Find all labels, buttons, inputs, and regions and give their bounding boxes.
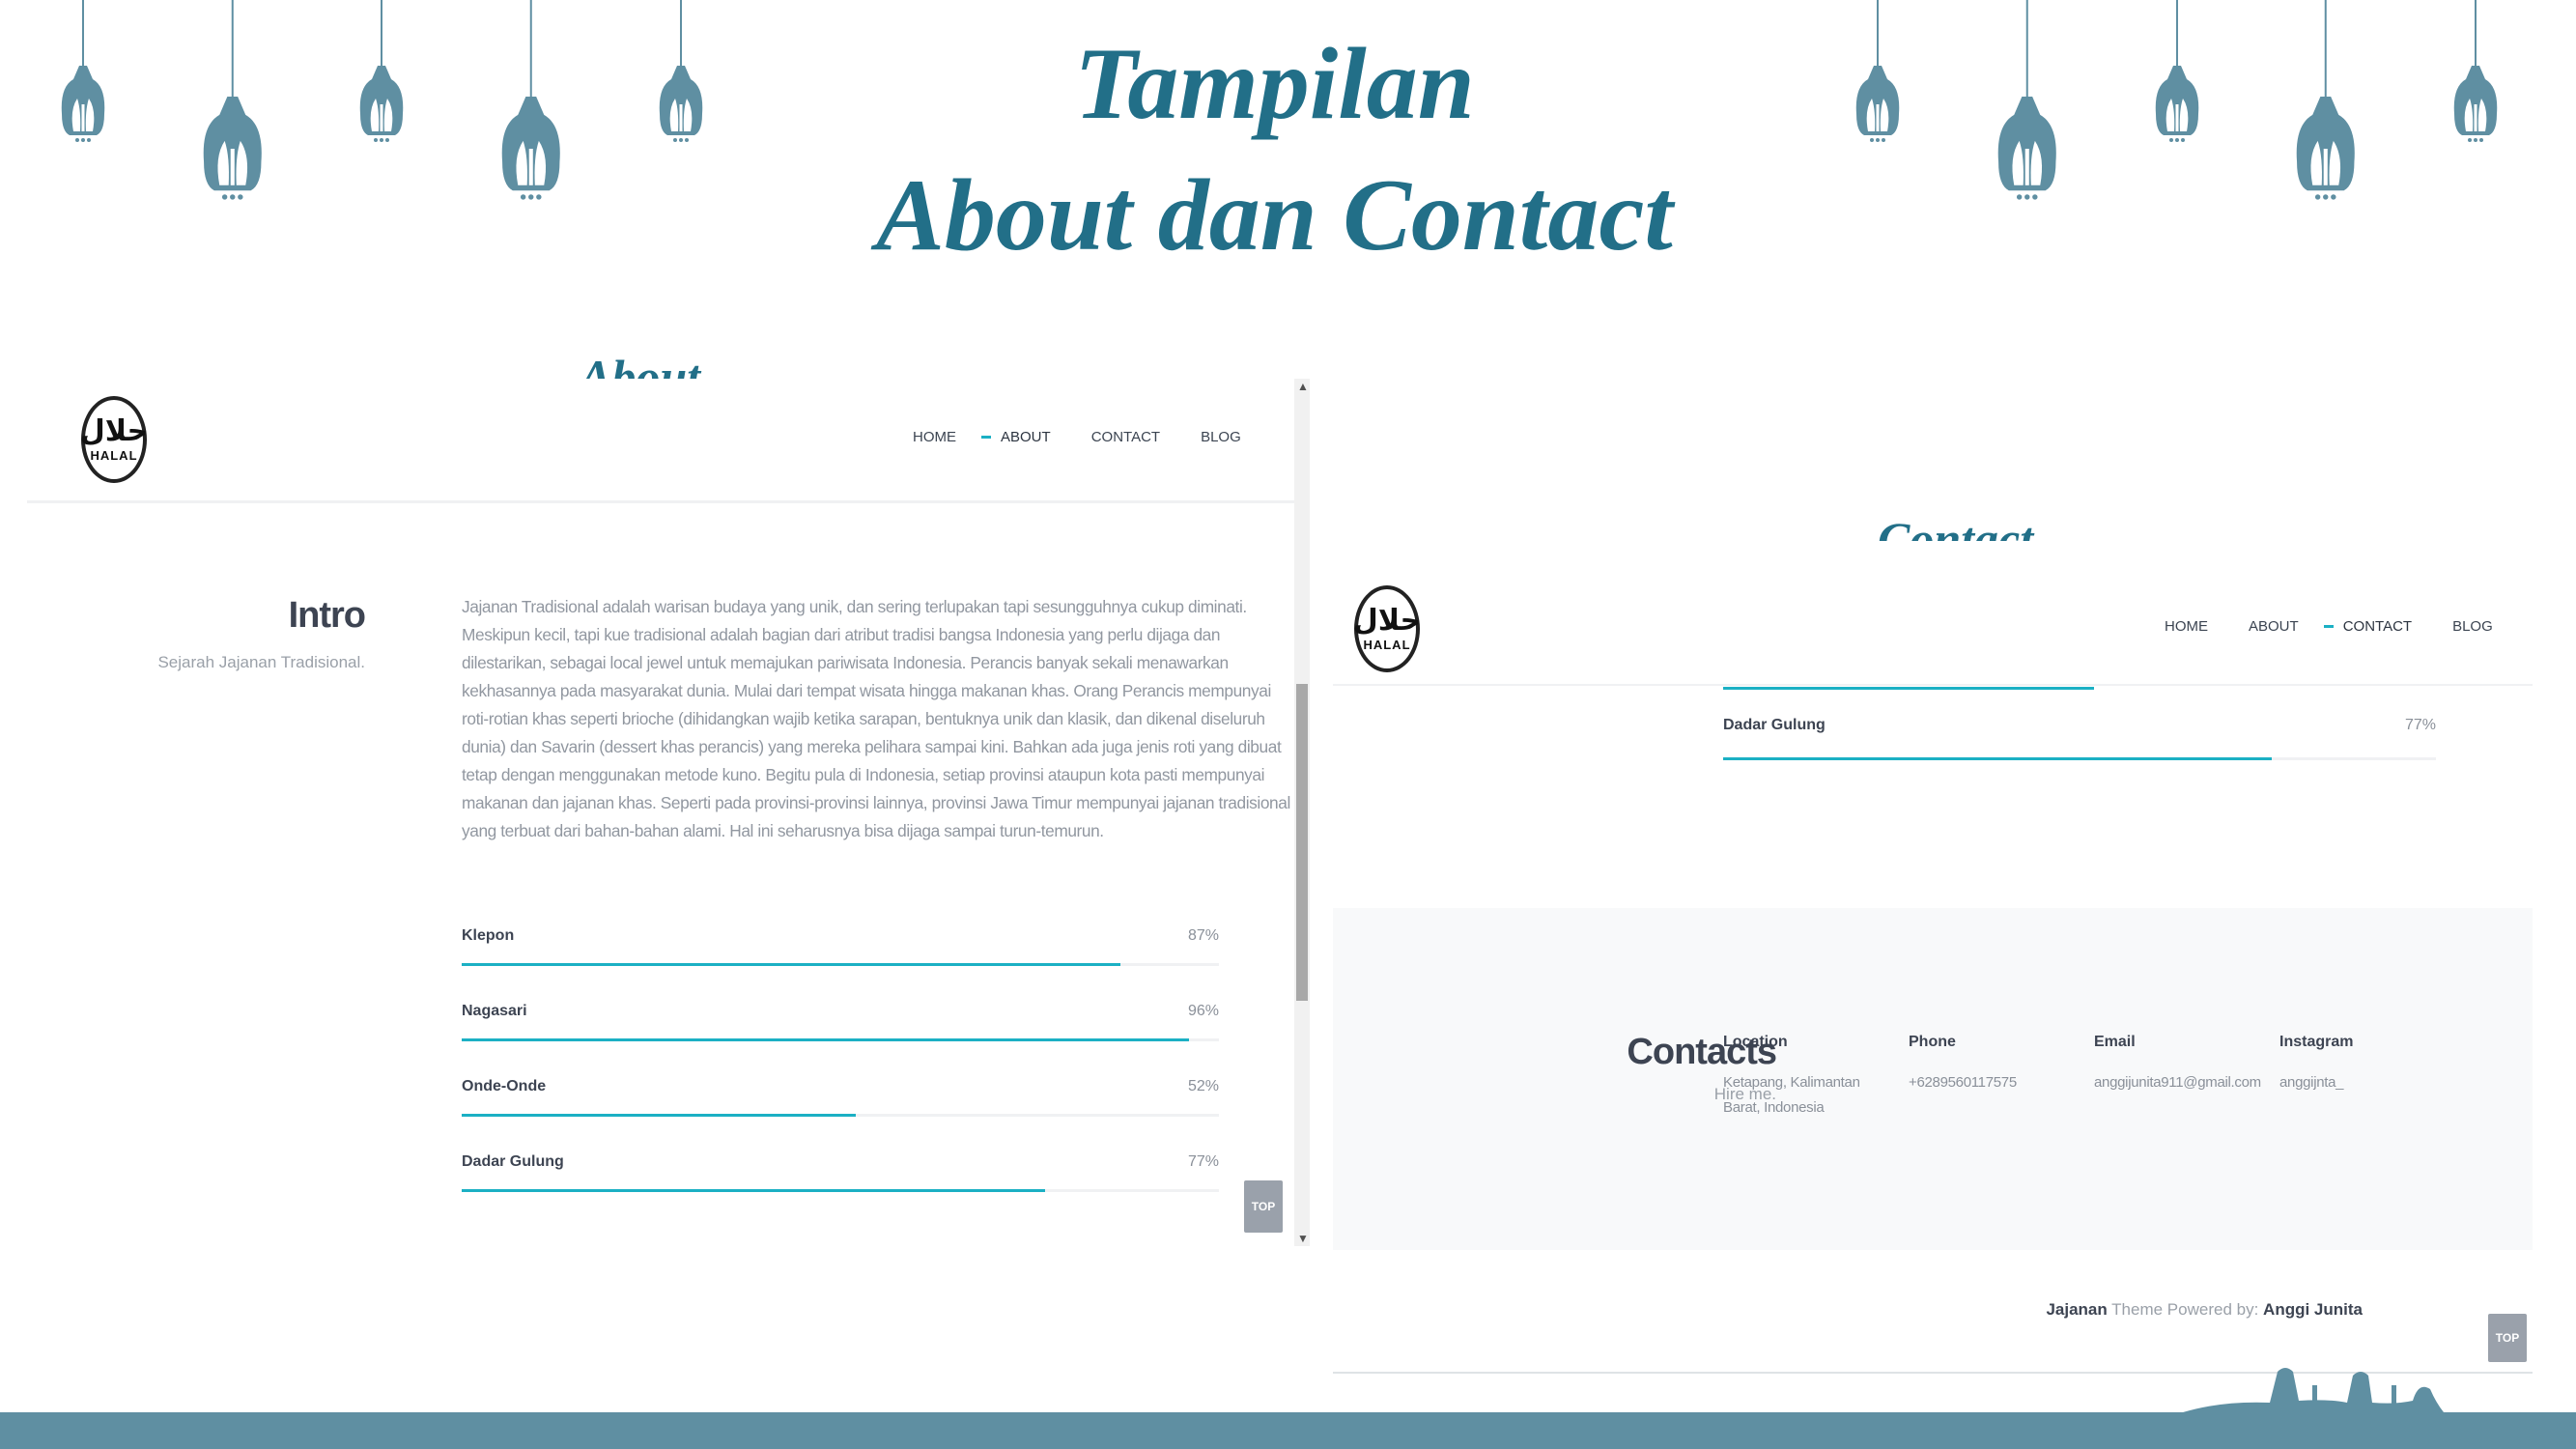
skill-percent: 77%: [1187, 1153, 1219, 1170]
nav-blog[interactable]: BLOG: [2452, 618, 2493, 635]
about-page-screenshot: حلال HALAL HOME ABOUT CONTACT BLOG Intro…: [27, 379, 1310, 1246]
phone-value[interactable]: +6289560117575: [1909, 1070, 2082, 1095]
halal-logo[interactable]: حلال HALAL: [79, 396, 149, 483]
nav-blog[interactable]: BLOG: [1201, 429, 1241, 445]
skill-track: [1723, 757, 2436, 760]
nav-home[interactable]: HOME: [913, 429, 956, 445]
skill-percent: 77%: [2404, 717, 2436, 733]
skill-item: Onde-Onde 52%: [462, 1078, 1219, 1117]
footer-credit: Jajanan Theme Powered by: Anggi Junita: [2046, 1300, 2363, 1320]
skill-track: [462, 963, 1219, 966]
nav-about[interactable]: ABOUT: [2249, 618, 2299, 635]
skill-track: [462, 1038, 1219, 1041]
bottom-band: [0, 1412, 2576, 1449]
scroll-thumb[interactable]: [1296, 684, 1308, 1001]
instagram-label: Instagram: [2279, 1034, 2354, 1050]
nav-active-indicator: [981, 436, 991, 439]
camel-silhouette-icon: [2183, 1368, 2444, 1412]
nav-about[interactable]: ABOUT: [1001, 429, 1051, 445]
contact-instagram: Instagram anggijnta_: [2279, 1034, 2453, 1095]
intro-line: dunia) dan Savarin (dessert khas peranci…: [462, 737, 1282, 756]
skill-item: Klepon 87%: [462, 927, 1219, 966]
skill-name: Onde-Onde: [462, 1078, 547, 1094]
intro-line: kekhasannya pada masyarakat dunia. Mulai…: [462, 681, 1271, 700]
logo-text: HALAL: [90, 447, 138, 463]
halal-logo[interactable]: حلال HALAL: [1352, 585, 1422, 672]
intro-paragraph: Jajanan Tradisional adalah warisan buday…: [462, 593, 1290, 845]
intro-line: Jajanan Tradisional adalah warisan buday…: [462, 597, 1247, 616]
skill-name: Nagasari: [462, 1003, 527, 1019]
footer-brand[interactable]: Jajanan: [2046, 1300, 2107, 1319]
intro-line: makanan dan jajanan khas. Seperti pada p…: [462, 793, 1290, 812]
slide-title-line1: Tampilan: [1074, 27, 1475, 140]
nav-home[interactable]: HOME: [2165, 618, 2208, 635]
contact-email: Email anggijunita911@gmail.com: [2094, 1034, 2287, 1095]
skill-track: [462, 1189, 1219, 1192]
skill-name: Dadar Gulung: [1723, 717, 1826, 733]
skill-item: Dadar Gulung 77%: [462, 1153, 1219, 1192]
skill-fill: [462, 1189, 1045, 1192]
skill-item: Dadar Gulung 77%: [1723, 717, 2436, 760]
site-header: حلال HALAL HOME ABOUT CONTACT BLOG: [27, 379, 1310, 503]
phone-label: Phone: [1909, 1034, 1956, 1050]
logo-arabic-text: حلال: [1352, 603, 1422, 638]
skill-track: [462, 1114, 1219, 1117]
intro-subtitle: Sejarah Jajanan Tradisional.: [157, 653, 365, 671]
email-label: Email: [2094, 1034, 2136, 1050]
scroll-up-icon[interactable]: ▲: [1297, 381, 1309, 392]
contact-location: Location Ketapang, Kalimantan Barat, Ind…: [1723, 1034, 1868, 1121]
nav-contact[interactable]: CONTACT: [2343, 618, 2412, 635]
skill-percent: 96%: [1187, 1003, 1219, 1019]
intro-line: Meskipun kecil, tapi kue tradisional ada…: [462, 625, 1221, 644]
footer-author[interactable]: Anggi Junita: [2263, 1300, 2363, 1319]
intro-line: roti-rotian khas seperti brioche (dihida…: [462, 709, 1265, 728]
skill-percent: 52%: [1187, 1078, 1219, 1094]
site-header: حلال HALAL HOME ABOUT CONTACT BLOG: [1333, 541, 2533, 686]
footer-middle: Theme Powered by:: [2111, 1300, 2259, 1319]
logo-text: HALAL: [1363, 637, 1411, 652]
main-nav: HOME ABOUT CONTACT BLOG: [913, 429, 1241, 445]
back-to-top-button[interactable]: TOP: [2488, 1314, 2527, 1362]
main-nav: HOME ABOUT CONTACT BLOG: [2165, 618, 2493, 635]
skill-fill: [462, 963, 1121, 966]
instagram-value[interactable]: anggijnta_: [2279, 1070, 2453, 1095]
location-label: Location: [1723, 1034, 1788, 1050]
location-value: Ketapang, Kalimantan Barat, Indonesia: [1723, 1074, 1860, 1116]
skill-name: Dadar Gulung: [462, 1153, 564, 1170]
skill-percent: 87%: [1187, 927, 1219, 944]
contact-phone: Phone +6289560117575: [1909, 1034, 2082, 1095]
skill-fill: [462, 1038, 1189, 1041]
skill-fill: [462, 1114, 856, 1117]
intro-title: Intro: [288, 595, 366, 636]
intro-line: tetap dengan menggunakan metode kuno. Be…: [462, 765, 1265, 784]
skill-name: Klepon: [462, 927, 515, 944]
skill-fill: [1723, 757, 2273, 760]
logo-arabic-text: حلال: [79, 413, 149, 448]
intro-line: dilestarikan, sebagai local jewel untuk …: [462, 653, 1229, 672]
scrollbar[interactable]: ▲ ▼: [1294, 379, 1310, 1246]
contacts-section: Contacts Hire me. Location Ketapang, Kal…: [1333, 908, 2533, 1250]
skill-item: Nagasari 96%: [462, 1003, 1219, 1041]
intro-line: yang terbuat dari bahan-bahan alami. Hal…: [462, 821, 1104, 840]
email-value[interactable]: anggijunita911@gmail.com: [2094, 1070, 2287, 1095]
slide-title-line2: About dan Contact: [876, 158, 1673, 271]
skill-bar-partial: [1723, 687, 2094, 690]
contact-page-screenshot: حلال HALAL HOME ABOUT CONTACT BLOG Dadar…: [1333, 541, 2533, 1374]
back-to-top-button[interactable]: TOP: [1244, 1180, 1283, 1233]
nav-active-indicator: [2323, 625, 2334, 628]
nav-contact[interactable]: CONTACT: [1091, 429, 1160, 445]
scroll-down-icon[interactable]: ▼: [1297, 1233, 1309, 1244]
